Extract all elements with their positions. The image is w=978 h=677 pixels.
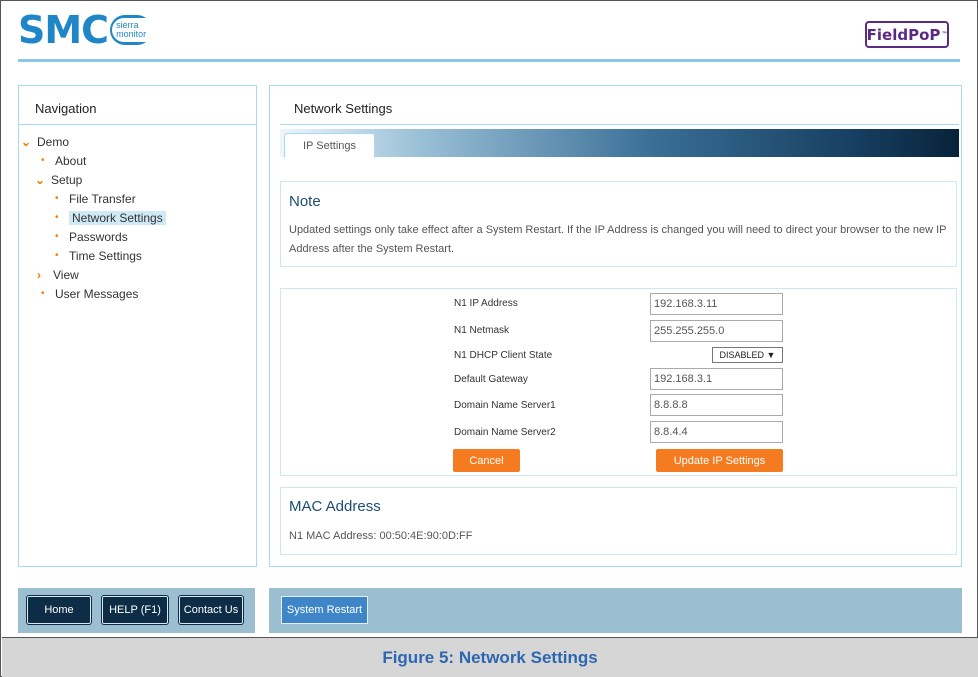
note-box: Note Updated settings only take effect a…: [280, 181, 957, 267]
home-button[interactable]: Home: [27, 596, 91, 624]
gateway-label: Default Gateway: [454, 374, 528, 385]
nav-item-label: Setup: [51, 172, 83, 187]
nav-item-label: Demo: [37, 134, 70, 149]
nav-item-label: User Messages: [55, 286, 139, 301]
note-text: Updated settings only take effect after …: [289, 224, 947, 255]
dns1-input[interactable]: 8.8.8.8: [650, 394, 783, 416]
nav-item-passwords[interactable]: • Passwords: [55, 228, 128, 245]
figure-caption: Figure 5: Network Settings: [2, 637, 978, 677]
nav-item-label: Passwords: [69, 229, 128, 244]
netmask-input[interactable]: 255.255.255.0: [650, 320, 783, 342]
nav-item-network-settings[interactable]: • Network Settings: [55, 209, 166, 226]
navigation-divider: [19, 124, 256, 125]
footer-left-bar: Home HELP (F1) Contact Us: [18, 588, 255, 633]
ip-address-label: N1 IP Address: [454, 298, 518, 309]
smc-logo: SMC sierra monitor: [18, 8, 153, 52]
bullet-icon: •: [41, 288, 45, 299]
bullet-icon: •: [55, 193, 59, 204]
dns2-input[interactable]: 8.8.4.4: [650, 421, 783, 443]
page-title: Network Settings: [294, 101, 393, 116]
navigation-title: Navigation: [35, 101, 97, 116]
chevron-down-icon: ⌄: [21, 134, 32, 149]
help-button[interactable]: HELP (F1): [102, 596, 168, 624]
nav-item-time-settings[interactable]: • Time Settings: [55, 247, 142, 264]
mac-address-box: MAC Address N1 MAC Address: 00:50:4E:90:…: [280, 487, 957, 555]
mac-address-value: N1 MAC Address: 00:50:4E:90:0D:FF: [289, 530, 473, 542]
nav-item-file-transfer[interactable]: • File Transfer: [55, 190, 136, 207]
logo-badge: sierra monitor: [110, 15, 153, 45]
bullet-icon: •: [55, 231, 59, 242]
nav-item-about[interactable]: • About: [41, 152, 86, 169]
nav-item-label: Time Settings: [69, 248, 142, 263]
tab-bar: IP Settings: [280, 129, 959, 158]
contact-us-button[interactable]: Contact Us: [179, 596, 243, 624]
navigation-panel: Navigation ⌄ Demo • About ⌄ Setup • File…: [18, 85, 257, 567]
nav-item-label: File Transfer: [69, 191, 136, 206]
nav-item-label: View: [53, 267, 79, 282]
bullet-icon: •: [55, 212, 59, 223]
brand-trademark: ™: [941, 31, 948, 38]
nav-item-demo[interactable]: ⌄ Demo: [21, 133, 69, 150]
ip-address-input[interactable]: 192.168.3.11: [650, 293, 783, 315]
ip-settings-form: N1 IP Address 192.168.3.11 N1 Netmask 25…: [280, 288, 957, 476]
nav-item-view[interactable]: › View: [37, 266, 79, 283]
mac-address-title: MAC Address: [289, 498, 381, 515]
brand-text: FieldPoP: [866, 25, 941, 44]
dhcp-state-select[interactable]: DISABLED ▼: [712, 347, 783, 363]
dhcp-state-label: N1 DHCP Client State: [454, 350, 553, 361]
logo-subtext: sierra monitor: [112, 18, 153, 42]
bullet-icon: •: [41, 155, 45, 166]
content-panel: Network Settings IP Settings Note Update…: [269, 85, 962, 567]
dns2-label: Domain Name Server2: [454, 427, 556, 438]
chevron-right-icon: ›: [37, 267, 41, 282]
content-divider: [280, 124, 959, 125]
update-ip-settings-button[interactable]: Update IP Settings: [656, 449, 783, 472]
note-title: Note: [289, 193, 321, 210]
gateway-input[interactable]: 192.168.3.1: [650, 368, 783, 390]
dns1-label: Domain Name Server1: [454, 400, 556, 411]
header-divider: [18, 59, 960, 62]
nav-item-label: Network Settings: [69, 210, 166, 225]
system-restart-button[interactable]: System Restart: [281, 596, 368, 624]
cancel-button[interactable]: Cancel: [453, 449, 520, 472]
tab-ip-settings[interactable]: IP Settings: [284, 133, 375, 158]
nav-item-user-messages[interactable]: • User Messages: [41, 285, 138, 302]
netmask-label: N1 Netmask: [454, 325, 510, 336]
bullet-icon: •: [55, 250, 59, 261]
footer-right-bar: System Restart: [269, 588, 962, 633]
nav-item-label: About: [55, 153, 87, 168]
nav-item-setup[interactable]: ⌄ Setup: [35, 171, 82, 188]
chevron-down-icon: ⌄: [35, 172, 46, 187]
fieldpop-logo: FieldPoP ™: [865, 21, 949, 48]
logo-text: SMC: [18, 8, 109, 52]
screenshot-frame: SMC sierra monitor FieldPoP ™ Navigation …: [0, 0, 978, 677]
